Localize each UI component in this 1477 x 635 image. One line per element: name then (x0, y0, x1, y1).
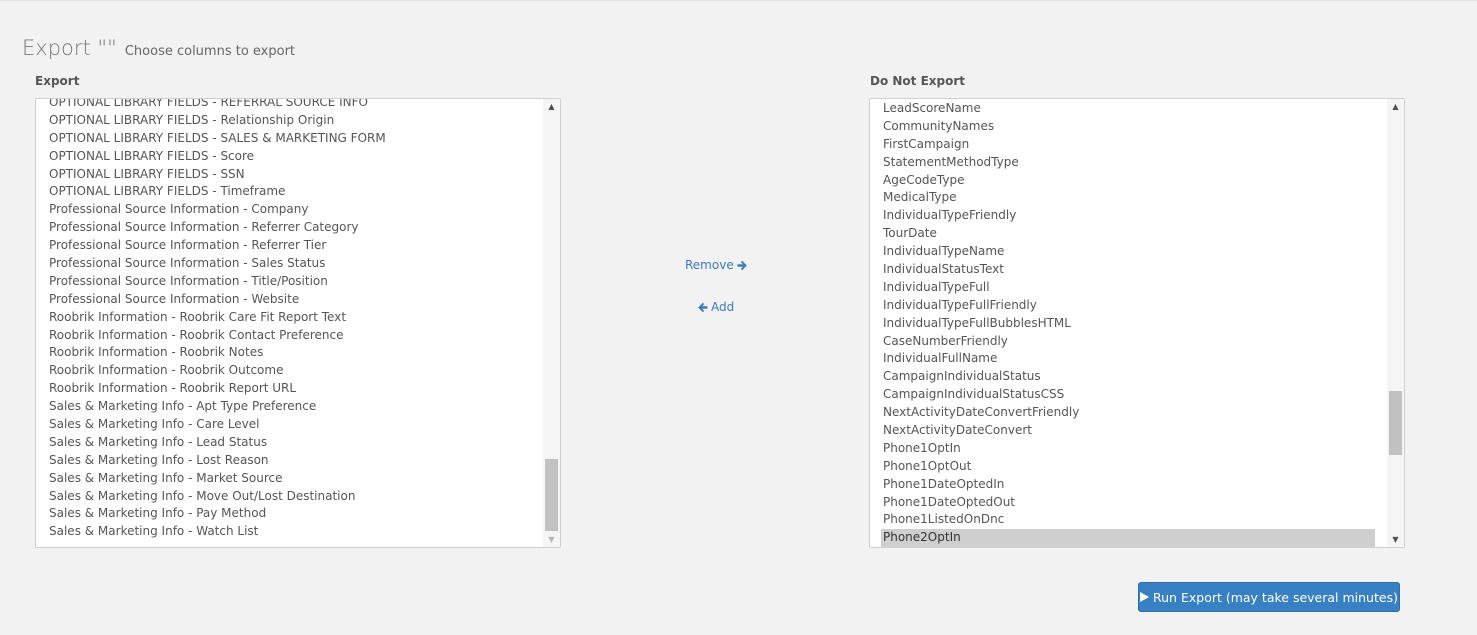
list-item[interactable]: Professional Source Information - Websit… (36, 291, 543, 309)
list-item[interactable]: LeadScoreName (870, 100, 1375, 118)
remove-button[interactable]: Remove (685, 258, 748, 272)
list-item[interactable]: IndividualTypeFriendly (870, 207, 1375, 225)
page-subtitle: Choose columns to export (124, 44, 296, 59)
list-item[interactable]: StatementMethodType (870, 154, 1375, 172)
top-divider (0, 0, 1477, 1)
list-item[interactable]: CaseNumberFriendly (870, 333, 1375, 351)
list-item[interactable]: NextActivityDateConvertFriendly (870, 404, 1375, 422)
export-listbox[interactable]: OPTIONAL LIBRARY FIELDS - REFERRAL SOURC… (35, 98, 561, 548)
list-item[interactable]: Sales & Marketing Info - Lead Status (36, 434, 543, 452)
run-export-button-label: Run Export (may take several minutes) (1153, 589, 1398, 605)
list-item[interactable]: OPTIONAL LIBRARY FIELDS - Relationship O… (36, 112, 543, 130)
list-item[interactable]: OPTIONAL LIBRARY FIELDS - REFERRAL SOURC… (36, 99, 543, 112)
list-item[interactable]: CommunityNames (870, 118, 1375, 136)
list-item[interactable]: Phone1DateOptedOut (870, 494, 1375, 512)
scroll-down-icon[interactable]: ▼ (543, 532, 560, 547)
list-item[interactable]: FirstCampaign (870, 136, 1375, 154)
list-item[interactable]: IndividualStatusText (870, 261, 1375, 279)
list-item[interactable]: Professional Source Information - Referr… (36, 237, 543, 255)
do-not-export-listbox[interactable]: LeadScoreName CommunityNames FirstCampaign… (869, 98, 1405, 548)
list-item[interactable]: Sales & Marketing Info - Apt Type Prefer… (36, 398, 543, 416)
add-button-label: Add (711, 300, 735, 314)
scroll-up-icon[interactable]: ▲ (543, 99, 560, 114)
list-item[interactable]: Roobrik Information - Roobrik Care Fit R… (36, 309, 543, 327)
list-item[interactable]: TourDate (870, 225, 1375, 243)
export-list-scrollbar[interactable]: ▲ ▼ (543, 99, 560, 547)
scroll-up-icon[interactable]: ▲ (1387, 99, 1404, 114)
do-not-export-list-scrollbar[interactable]: ▲ ▼ (1387, 99, 1404, 547)
list-item[interactable]: Sales & Marketing Info - Care Level (36, 416, 543, 434)
list-item[interactable]: OPTIONAL LIBRARY FIELDS - Timeframe (36, 183, 543, 201)
list-item[interactable]: OPTIONAL LIBRARY FIELDS - SSN (36, 166, 543, 184)
list-item[interactable]: Professional Source Information - Referr… (36, 219, 543, 237)
page-title-main: Export "" (22, 36, 117, 60)
list-item[interactable]: CampaignIndividualStatusCSS (870, 386, 1375, 404)
list-item[interactable]: Roobrik Information - Roobrik Report URL (36, 380, 543, 398)
list-item[interactable]: Sales & Marketing Info - Lost Reason (36, 452, 543, 470)
list-item[interactable]: IndividualFullName (870, 350, 1375, 368)
list-item[interactable]: Roobrik Information - Roobrik Notes (36, 344, 543, 362)
list-item[interactable]: Phone2OptIn (881, 529, 1375, 547)
list-item[interactable]: Phone1OptIn (870, 440, 1375, 458)
list-item[interactable]: Professional Source Information - Compan… (36, 201, 543, 219)
list-item[interactable]: IndividualTypeFullBubblesHTML (870, 315, 1375, 333)
export-column-label: Export (35, 74, 80, 88)
list-item[interactable]: AgeCodeType (870, 172, 1375, 190)
list-item[interactable]: Roobrik Information - Roobrik Outcome (36, 362, 543, 380)
list-item[interactable]: Phone1OptOut (870, 458, 1375, 476)
export-list-items: OPTIONAL LIBRARY FIELDS - REFERRAL SOURC… (36, 99, 543, 547)
list-item[interactable]: IndividualTypeFullFriendly (870, 297, 1375, 315)
do-not-export-list-items: LeadScoreName CommunityNames FirstCampaign… (870, 100, 1375, 547)
list-item[interactable]: CampaignIndividualStatus (870, 368, 1375, 386)
do-not-export-list-scroll-thumb[interactable] (1389, 391, 1402, 455)
list-item[interactable]: Sales & Marketing Info - Pay Method (36, 505, 543, 523)
list-item[interactable]: MedicalType (870, 189, 1375, 207)
remove-button-label: Remove (685, 258, 734, 272)
list-item[interactable]: Professional Source Information - Title/… (36, 273, 543, 291)
arrow-right-icon (737, 260, 748, 271)
list-item[interactable]: Roobrik Information - Roobrik Contact Pr… (36, 327, 543, 345)
do-not-export-column-label: Do Not Export (870, 74, 966, 88)
list-item[interactable]: IndividualTypeFull (870, 279, 1375, 297)
list-item[interactable]: Professional Source Information - Sales … (36, 255, 543, 273)
list-item[interactable]: OPTIONAL LIBRARY FIELDS - SALES & MARKET… (36, 130, 543, 148)
arrow-left-icon (697, 302, 708, 313)
run-export-button[interactable]: Run Export (may take several minutes) (1138, 582, 1400, 612)
list-item[interactable]: Sales & Marketing Info - Watch List (36, 523, 543, 541)
scroll-down-icon[interactable]: ▼ (1387, 532, 1404, 547)
export-list-scroll-thumb[interactable] (545, 459, 558, 531)
list-item[interactable]: Sales & Marketing Info - Move Out/Lost D… (36, 488, 543, 506)
list-item[interactable]: NextActivityDateConvert (870, 422, 1375, 440)
play-icon (1140, 592, 1150, 602)
list-item[interactable]: Sales & Marketing Info - Market Source (36, 470, 543, 488)
list-item[interactable]: Phone1DateOptedIn (870, 476, 1375, 494)
list-item[interactable]: OPTIONAL LIBRARY FIELDS - Score (36, 148, 543, 166)
list-item[interactable]: Phone1ListedOnDnc (870, 511, 1375, 529)
list-item[interactable]: IndividualTypeName (870, 243, 1375, 261)
page-title: Export "" Choose columns to export (22, 36, 295, 60)
add-button[interactable]: Add (697, 300, 734, 314)
